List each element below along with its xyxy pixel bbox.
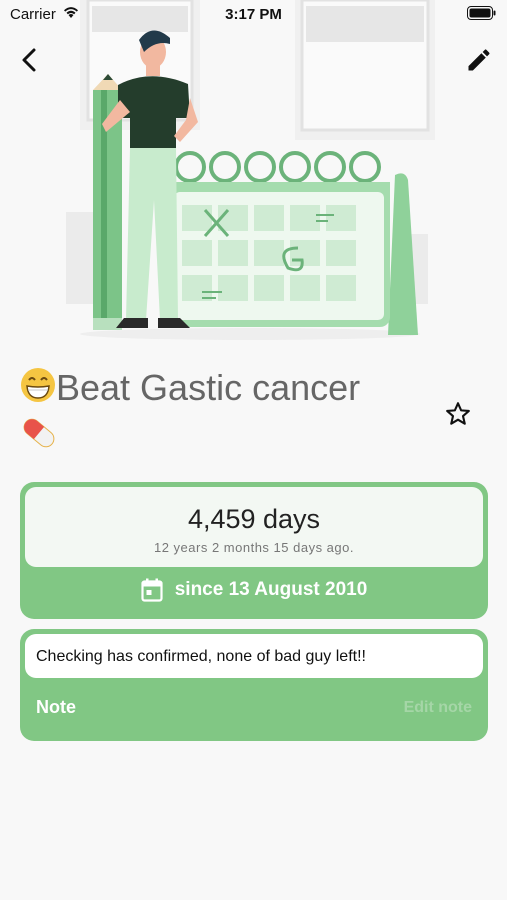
battery-icon [467,6,496,20]
edit-note-button[interactable]: Edit note [404,699,472,717]
grinning-face-emoji-icon [20,367,56,413]
calendar-icon [141,578,163,602]
goal-illustration [66,0,435,340]
goal-title-text: Beat Gastic cancer [56,367,361,408]
since-date: since 13 August 2010 [174,579,368,600]
note-text: Checking has confirmed, none of bad guy … [25,634,483,678]
day-counter-panel: 4,459 days 12 years 2 months 15 days ago… [25,487,483,567]
days-count: 4,459 days [187,504,321,534]
day-counter-card: 4,459 days 12 years 2 months 15 days ago… [20,482,488,619]
chevron-left-icon[interactable] [16,46,42,74]
goal-title-row: Beat Gastic cancer [20,366,440,462]
pencil-icon[interactable] [465,46,493,74]
note-card: Checking has confirmed, none of bad guy … [20,629,488,741]
star-outline-icon[interactable] [444,400,472,428]
pill-emoji-icon [20,414,58,462]
elapsed-time: 12 years 2 months 15 days ago. [153,540,354,555]
goal-title: Beat Gastic cancer [20,366,440,462]
note-label: Note [36,697,76,717]
since-date-row: since 13 August 2010 [20,574,488,606]
